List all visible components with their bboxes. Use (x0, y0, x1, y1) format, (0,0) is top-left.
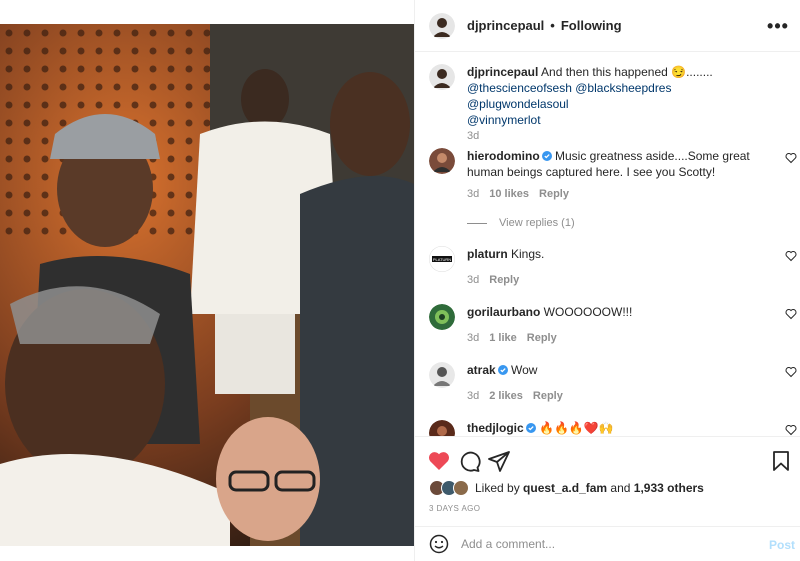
comment-body: Wow (507, 363, 538, 377)
author-username[interactable]: djprincepaul (467, 18, 544, 33)
comment-username[interactable]: gorilaurbano (467, 305, 540, 319)
comment-time: 3d (467, 188, 480, 200)
commenter-avatar[interactable] (429, 362, 455, 388)
liker-avatars[interactable] (429, 480, 469, 496)
mention-link[interactable]: @plugwondelasoul (467, 97, 569, 111)
comment-text: thedjlogic 🔥🔥🔥❤️🙌 (467, 420, 767, 436)
likes-summary: Liked by quest_a.d_fam and 1,933 others (429, 480, 704, 496)
comment-body: Kings. (507, 247, 545, 261)
heart-outline-icon[interactable] (785, 366, 797, 378)
verified-badge-icon (497, 365, 508, 375)
liker-avatar (453, 480, 469, 496)
verified-badge-icon (525, 423, 536, 433)
comment-username[interactable]: hierodomino (467, 149, 540, 163)
following-button[interactable]: Following (561, 18, 622, 33)
comment-text: gorilaurbano WOOOOOOW!!! (467, 304, 767, 320)
caption-body: And then this happened 😏........ (538, 65, 713, 79)
comment-body: 🔥🔥🔥❤️🙌 (535, 421, 614, 435)
comment-meta: 3d 1 like Reply (467, 332, 557, 344)
comment-item: thedjlogic 🔥🔥🔥❤️🙌 (429, 420, 800, 436)
view-replies-label[interactable]: View replies (1) (499, 217, 575, 229)
mention-link[interactable]: @blacksheepdres (575, 81, 671, 95)
add-comment-input[interactable] (461, 537, 751, 551)
comment-likes[interactable]: 2 likes (489, 390, 523, 402)
comment-likes[interactable]: 1 like (489, 332, 517, 344)
likes-count[interactable]: 1,933 others (634, 481, 704, 495)
heart-outline-icon[interactable] (785, 424, 797, 436)
post-comment-button[interactable]: Post (769, 538, 795, 552)
reply-button[interactable]: Reply (527, 332, 557, 344)
post-date[interactable]: 3 DAYS AGO (429, 504, 480, 513)
heart-outline-icon[interactable] (785, 250, 797, 262)
comment-username[interactable]: thedjlogic (467, 421, 524, 435)
caption-meta: 3d (467, 130, 479, 142)
caption-username[interactable]: djprincepaul (467, 65, 538, 79)
comment-username[interactable]: platurn (467, 247, 508, 261)
replies-line (467, 222, 487, 224)
commenter-avatar[interactable]: PLATURN (429, 246, 455, 272)
post-photo[interactable] (0, 24, 414, 546)
comment-item: PLATURN platurn Kings. 3d Reply (429, 246, 800, 296)
author-avatar[interactable] (429, 12, 455, 39)
comment-meta: 3d 10 likes Reply (467, 188, 569, 200)
post-panel: djprincepaul • Following ••• djprincepau… (414, 0, 800, 561)
commenter-avatar[interactable] (429, 304, 455, 330)
comment-username[interactable]: atrak (467, 363, 496, 377)
post-header: djprincepaul • Following ••• (415, 0, 800, 52)
comment-text: platurn Kings. (467, 246, 767, 262)
mention-link[interactable]: @thescienceofsesh (467, 81, 572, 95)
reply-button[interactable]: Reply (539, 188, 569, 200)
comment-meta: 3d 2 likes Reply (467, 390, 563, 402)
more-icon[interactable]: ••• (767, 16, 788, 36)
add-comment-bar: Post (415, 526, 800, 561)
comment-likes[interactable]: 10 likes (489, 188, 529, 200)
likes-middle: and (610, 481, 631, 495)
photo-area (0, 0, 414, 561)
heart-outline-icon[interactable] (785, 152, 797, 164)
comment-item: gorilaurbano WOOOOOOW!!! 3d 1 like Reply (429, 304, 800, 354)
platurn-avatar-text: PLATURN (433, 257, 451, 262)
reply-button[interactable]: Reply (489, 274, 519, 286)
separator-dot: • (550, 18, 555, 33)
verified-badge-icon (541, 151, 552, 161)
comment-text: atrak Wow (467, 362, 767, 378)
comment-text: hierodomino Music greatness aside....Som… (467, 148, 767, 180)
caption-avatar[interactable] (429, 64, 455, 90)
commenter-avatar[interactable] (429, 420, 455, 436)
comments-list[interactable]: djprincepaul And then this happened 😏...… (415, 52, 800, 436)
liker-username[interactable]: quest_a.d_fam (523, 481, 607, 495)
photo-illustration (0, 24, 414, 546)
caption-time: 3d (467, 130, 480, 142)
comment-body: WOOOOOOW!!! (540, 305, 633, 319)
comment-icon[interactable] (457, 449, 481, 473)
likes-prefix: Liked by (475, 481, 520, 495)
emoji-icon[interactable] (429, 534, 449, 554)
caption: djprincepaul And then this happened 😏...… (429, 64, 800, 142)
reply-button[interactable]: Reply (533, 390, 563, 402)
photo-top-strip (0, 0, 414, 24)
share-icon[interactable] (487, 449, 511, 473)
comment-meta: 3d Reply (467, 274, 519, 286)
heart-outline-icon[interactable] (785, 308, 797, 320)
bookmark-icon[interactable] (769, 449, 793, 473)
view-replies-button[interactable]: View replies (1) (467, 217, 575, 229)
heart-filled-icon[interactable] (427, 449, 451, 473)
caption-text: djprincepaul And then this happened 😏...… (467, 64, 767, 128)
comment-item: atrak Wow 3d 2 likes Reply (429, 362, 800, 412)
mention-link[interactable]: @vinnymerlot (467, 113, 541, 127)
comment-time: 3d (467, 274, 480, 286)
comment-time: 3d (467, 332, 480, 344)
commenter-avatar[interactable] (429, 148, 455, 174)
comment-time: 3d (467, 390, 480, 402)
